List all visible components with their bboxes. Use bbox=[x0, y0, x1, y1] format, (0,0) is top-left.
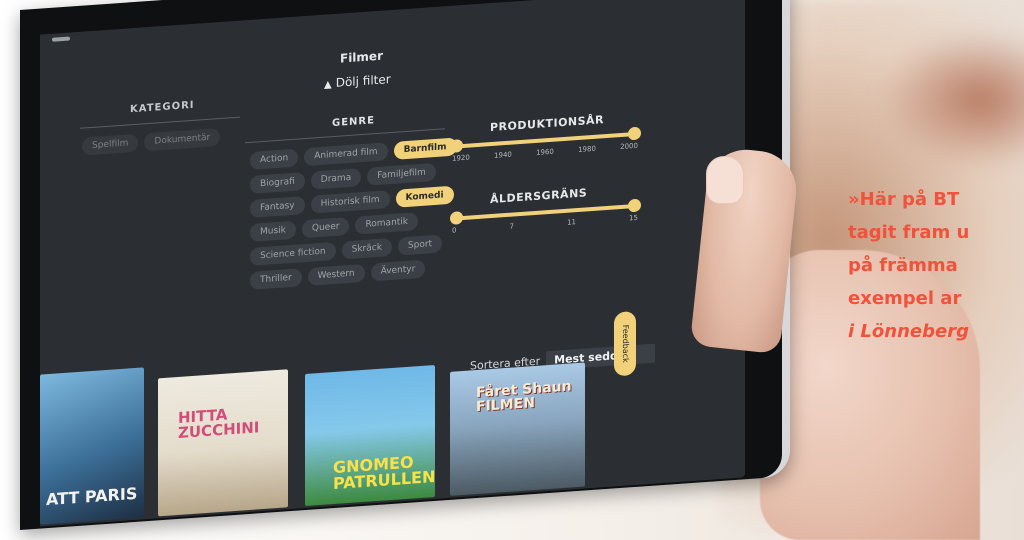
genre-chip[interactable]: Biografi bbox=[250, 172, 305, 194]
quote-line: »Här på BT bbox=[848, 189, 960, 210]
production-year-min-handle[interactable] bbox=[450, 139, 463, 153]
production-year-filter: PRODUKTIONSÅR 1920 1940 1960 1980 2000 bbox=[450, 111, 641, 163]
tick-label: 15 bbox=[629, 213, 638, 223]
quote-line: tagit fram u bbox=[848, 222, 970, 243]
genre-chip[interactable]: Äventyr bbox=[370, 259, 426, 282]
tablet-bezel: Filmer ▲ Dölj filter KATEGORI Spelfilm Do… bbox=[20, 0, 782, 531]
triangle-up-icon: ▲ bbox=[324, 79, 332, 91]
hide-filter-button[interactable]: ▲ Dölj filter bbox=[324, 72, 391, 91]
category-divider bbox=[80, 116, 240, 129]
genre-chip[interactable]: Historisk film bbox=[310, 190, 390, 214]
age-limit-filter: ÅLDERSGRÄNS 0 7 11 15 bbox=[450, 183, 641, 235]
genre-chip[interactable]: Sport bbox=[397, 234, 443, 256]
tablet-screen: Filmer ▲ Dölj filter KATEGORI Spelfilm Do… bbox=[40, 0, 745, 527]
genre-chip[interactable]: Familjefilm bbox=[367, 162, 436, 186]
age-limit-heading: ÅLDERSGRÄNS bbox=[490, 186, 588, 207]
genre-chip[interactable]: Fantasy bbox=[250, 196, 305, 218]
tick-label: 1940 bbox=[494, 150, 512, 160]
movie-poster[interactable]: GNOMEO PATRULLEN bbox=[305, 364, 435, 507]
poster-title: ATT PARIS bbox=[46, 483, 138, 510]
hide-filter-label: Dölj filter bbox=[335, 72, 391, 90]
movie-poster[interactable]: HITTA ZUCCHINI bbox=[158, 369, 288, 517]
age-limit-min-handle[interactable] bbox=[450, 211, 463, 225]
genre-chip[interactable]: Skräck bbox=[341, 237, 392, 260]
genre-chip[interactable]: Science fiction bbox=[250, 241, 336, 266]
tick-label: 2000 bbox=[620, 141, 638, 152]
movie-poster[interactable]: ATT PARIS bbox=[40, 367, 144, 525]
poster-title: GNOMEO PATRULLEN bbox=[333, 452, 435, 494]
age-limit-max-handle[interactable] bbox=[628, 198, 641, 213]
category-chip[interactable]: Dokumentär bbox=[144, 127, 221, 152]
production-year-max-handle[interactable] bbox=[628, 126, 641, 141]
genre-chip[interactable]: Musik bbox=[250, 220, 296, 242]
genre-chip[interactable]: Animerad film bbox=[304, 142, 388, 167]
pull-quote: »Här på BT tagit fram u på främma exempe… bbox=[848, 183, 969, 348]
tick-label: 7 bbox=[509, 222, 514, 231]
page-title: Filmer bbox=[340, 48, 383, 66]
tick-label: 1920 bbox=[452, 153, 470, 163]
genre-chip[interactable]: Romantik bbox=[355, 212, 419, 235]
background-blur-warm bbox=[880, 30, 1024, 170]
genre-chip[interactable]: Queer bbox=[301, 216, 350, 239]
category-options: Spelfilm Dokumentär bbox=[82, 127, 221, 156]
category-chip[interactable]: Spelfilm bbox=[82, 133, 139, 156]
category-heading: KATEGORI bbox=[130, 99, 195, 116]
tablet-device: Filmer ▲ Dölj filter KATEGORI Spelfilm Do… bbox=[20, 0, 790, 531]
genre-chip[interactable]: Komedi bbox=[395, 185, 454, 208]
genre-heading: GENRE bbox=[332, 115, 375, 130]
tick-label: 1980 bbox=[578, 144, 596, 154]
quote-line: exempel ar bbox=[848, 288, 962, 309]
genre-chip[interactable]: Action bbox=[250, 148, 299, 170]
genre-chip[interactable]: Drama bbox=[310, 168, 362, 190]
genre-chip[interactable]: Thriller bbox=[250, 268, 302, 290]
poster-title: Fåret Shaun FILMEN bbox=[476, 378, 572, 416]
quote-line: i Lönneberg bbox=[848, 321, 969, 342]
quote-line: på främma bbox=[848, 255, 958, 276]
poster-title: HITTA ZUCCHINI bbox=[178, 405, 260, 442]
tick-label: 1960 bbox=[536, 147, 554, 157]
status-bar-indicator bbox=[52, 36, 70, 42]
thumb-nail bbox=[706, 156, 744, 204]
genre-chip[interactable]: Barnfilm bbox=[393, 137, 457, 160]
tick-label: 11 bbox=[567, 218, 576, 227]
genre-options: Action Animerad film Barnfilm Biografi D… bbox=[250, 137, 465, 290]
movie-poster[interactable]: Fåret Shaun FILMEN bbox=[450, 362, 585, 496]
production-year-heading: PRODUKTIONSÅR bbox=[490, 113, 605, 135]
tick-label: 0 bbox=[452, 226, 457, 235]
genre-chip[interactable]: Western bbox=[307, 263, 365, 286]
